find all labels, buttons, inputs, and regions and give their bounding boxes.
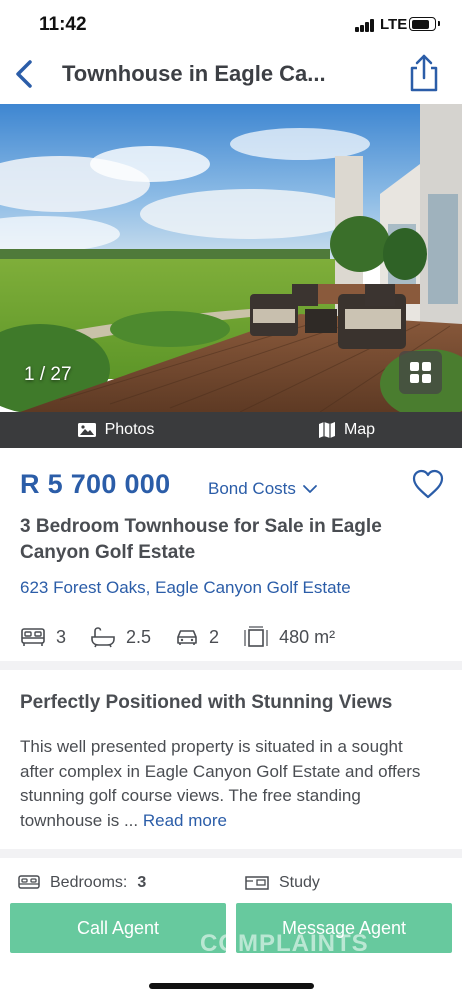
details-row: Bedrooms: 3 Study xyxy=(0,870,462,900)
section-divider xyxy=(0,849,462,858)
favourite-button[interactable] xyxy=(411,468,445,500)
photo-counter: 1 / 27 xyxy=(24,364,72,385)
heart-icon xyxy=(412,469,444,499)
description-text: This well presented property is situated… xyxy=(20,735,430,833)
media-tabs: Photos Map xyxy=(0,412,462,448)
feature-floor-size: 480 m² xyxy=(243,625,335,649)
detail-bedrooms: Bedrooms: 3 xyxy=(18,874,146,892)
feature-garages-value: 2 xyxy=(209,626,220,647)
grid-view-button[interactable] xyxy=(399,351,442,394)
feature-bedrooms-value: 3 xyxy=(56,626,67,647)
listing-features: 3 2.5 2 480 m² xyxy=(20,623,359,651)
status-bar: 11:42 LTE xyxy=(0,0,462,48)
feature-floor-size-value: 480 m² xyxy=(279,626,336,647)
study-icon xyxy=(245,876,269,890)
floor-size-icon xyxy=(244,626,268,647)
home-indicator[interactable] xyxy=(149,983,314,989)
section-divider xyxy=(0,661,462,670)
battery-tip xyxy=(438,21,440,26)
message-agent-button[interactable]: Message Agent xyxy=(236,903,452,953)
listing-address[interactable]: 623 Forest Oaks, Eagle Canyon Golf Estat… xyxy=(20,578,351,598)
bed-icon xyxy=(18,875,40,889)
call-agent-label: Call Agent xyxy=(76,917,160,938)
call-agent-button[interactable]: Call Agent xyxy=(10,903,226,953)
listing-title: 3 Bedroom Townhouse for Sale in Eagle Ca… xyxy=(20,516,382,563)
share-button[interactable] xyxy=(404,52,444,94)
read-more-link[interactable]: Read more xyxy=(143,811,227,830)
nav-bar: Townhouse in Eagle Ca... xyxy=(0,48,462,104)
property-photo[interactable]: 1 / 27 xyxy=(0,104,462,412)
chevron-left-icon xyxy=(16,60,32,88)
tab-photos-label: Photos xyxy=(104,421,155,438)
feature-bathrooms-value: 2.5 xyxy=(126,626,152,647)
bed-icon xyxy=(21,628,45,646)
car-icon xyxy=(177,630,197,645)
bath-icon xyxy=(91,627,115,648)
feature-bathrooms: 2.5 xyxy=(90,626,151,648)
tab-map[interactable]: Map xyxy=(231,412,462,448)
bond-costs-dropdown[interactable]: Bond Costs xyxy=(208,479,318,499)
feature-bedrooms: 3 xyxy=(20,626,66,648)
page-title: Townhouse in Eagle Ca... xyxy=(62,61,326,86)
map-icon xyxy=(318,422,335,438)
battery-icon xyxy=(409,17,436,31)
feature-garages: 2 xyxy=(175,627,219,648)
detail-study-label: Study xyxy=(279,874,320,891)
status-time: 11:42 xyxy=(39,14,87,35)
signal-bars-icon xyxy=(355,19,375,32)
share-icon xyxy=(410,54,438,92)
description-heading: Perfectly Positioned with Stunning Views xyxy=(20,692,393,713)
message-agent-label: Message Agent xyxy=(281,917,407,938)
detail-study: Study xyxy=(245,874,320,892)
detail-bedrooms-value: 3 xyxy=(137,874,147,891)
tab-map-label: Map xyxy=(343,421,376,438)
network-type: LTE xyxy=(380,16,408,33)
grid-icon xyxy=(410,362,419,371)
detail-bedrooms-label: Bedrooms: xyxy=(50,874,128,891)
tab-photos[interactable]: Photos xyxy=(0,412,231,448)
bond-costs-label: Bond Costs xyxy=(208,479,296,498)
listing-price: R 5 700 000 xyxy=(20,469,171,499)
back-button[interactable] xyxy=(8,54,44,94)
chevron-down-icon xyxy=(302,485,317,493)
image-icon xyxy=(77,423,96,437)
